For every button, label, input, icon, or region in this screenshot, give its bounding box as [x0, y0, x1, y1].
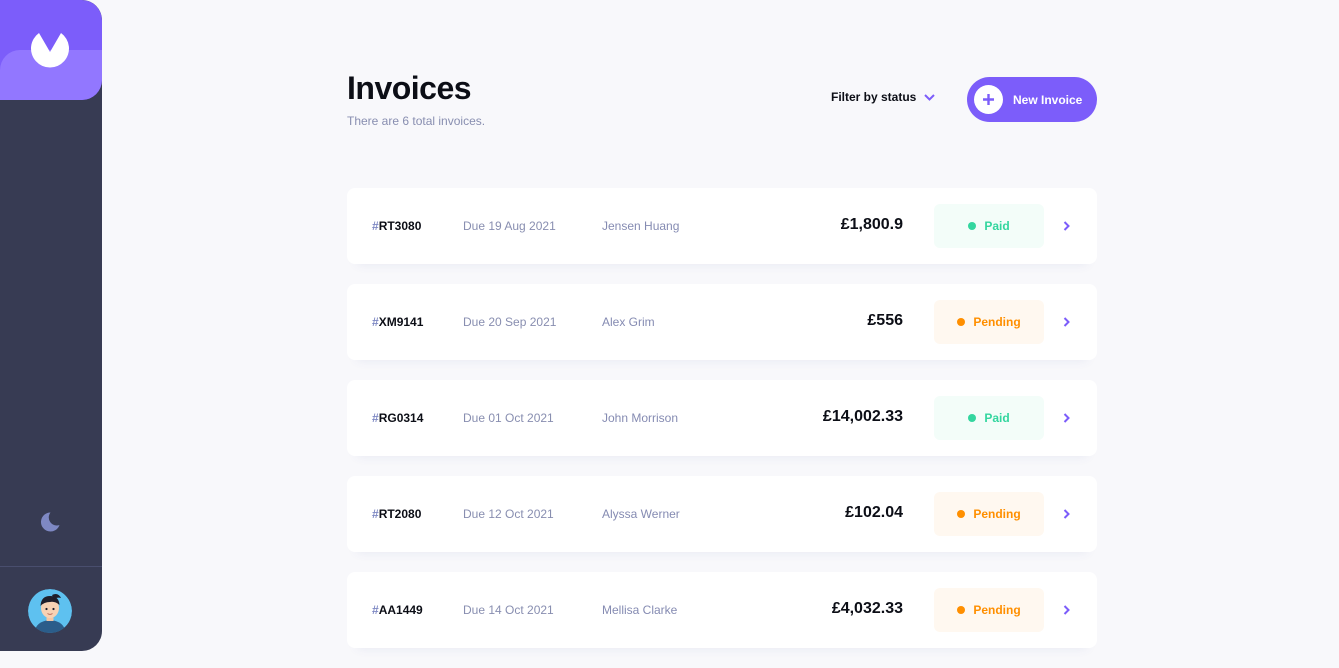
avatar[interactable]: [28, 589, 72, 633]
invoice-id-hash: #: [372, 507, 379, 521]
invoice-id-value: AA1449: [378, 603, 423, 617]
invoice-client-name: Jensen Huang: [602, 219, 680, 233]
invoice-client-name: John Morrison: [602, 411, 679, 425]
invoice-due-date: Due 14 Oct 2021: [463, 603, 554, 617]
invoice-id-hash: #: [372, 411, 379, 425]
invoice-amount: £556: [867, 312, 903, 329]
logo-box[interactable]: [0, 0, 102, 100]
invoice-count-text: There are 6 total invoices.: [347, 114, 486, 128]
chevron-right-icon[interactable]: [1063, 317, 1071, 327]
invoice-client-name: Alyssa Werner: [602, 507, 680, 521]
invoice-amount: £102.04: [845, 504, 903, 521]
invoice-due-date: Due 20 Sep 2021: [463, 315, 557, 329]
status-label: Pending: [973, 603, 1021, 617]
invoice-id: #XM9141: [372, 315, 423, 329]
invoice-id-value: RT2080: [378, 507, 422, 521]
invoice-due-date: Due 01 Oct 2021: [463, 411, 554, 425]
main-content: Invoices There are 6 total invoices. Fil…: [347, 0, 1097, 651]
plus-circle: [974, 85, 1003, 114]
status-badge: Pending: [934, 588, 1044, 632]
page-title: Invoices: [347, 70, 472, 106]
status-dot-icon: [957, 510, 966, 518]
status-dot-icon: [957, 606, 966, 614]
chevron-right-icon[interactable]: [1063, 413, 1071, 423]
app-logo-icon: [31, 33, 70, 68]
invoice-due-date: Due 12 Oct 2021: [463, 507, 554, 521]
invoice-row[interactable]: #RG0314 Due 01 Oct 2021 John Morrison £1…: [347, 380, 1097, 456]
invoice-id: #RT2080: [372, 507, 421, 521]
invoice-id: #RG0314: [372, 411, 423, 425]
chevron-right-icon[interactable]: [1063, 509, 1071, 519]
invoice-row[interactable]: #RT3080 Due 19 Aug 2021 Jensen Huang £1,…: [347, 188, 1097, 264]
invoice-id-hash: #: [372, 219, 379, 233]
status-label: Paid: [984, 411, 1010, 425]
moon-icon[interactable]: [39, 511, 61, 533]
avatar-image: [28, 589, 72, 633]
chevron-right-icon[interactable]: [1063, 605, 1071, 615]
status-label: Pending: [973, 507, 1021, 521]
invoice-client-name: Mellisa Clarke: [602, 603, 678, 617]
invoice-id: #AA1449: [372, 603, 423, 617]
status-dot-icon: [957, 318, 966, 326]
invoice-row[interactable]: #XM9141 Due 20 Sep 2021 Alex Grim £556 P…: [347, 284, 1097, 360]
chevron-down-icon: [924, 93, 936, 101]
status-label: Paid: [984, 219, 1010, 233]
filter-by-status-dropdown[interactable]: Filter by status: [831, 90, 936, 104]
invoice-amount: £14,002.33: [822, 408, 903, 425]
invoice-amount: £4,032.33: [831, 600, 903, 617]
invoice-row[interactable]: #AA1449 Due 14 Oct 2021 Mellisa Clarke £…: [347, 572, 1097, 648]
invoice-id-value: XM9141: [378, 315, 424, 329]
invoice-row[interactable]: #RT2080 Due 12 Oct 2021 Alyssa Werner £1…: [347, 476, 1097, 552]
invoice-id-value: RT3080: [378, 219, 422, 233]
status-dot-icon: [968, 222, 977, 230]
status-label: Pending: [973, 315, 1021, 329]
new-invoice-button[interactable]: New Invoice: [967, 77, 1097, 122]
new-invoice-label: New Invoice: [1013, 92, 1083, 107]
status-dot-icon: [968, 414, 977, 422]
sidebar: [0, 0, 102, 651]
invoice-amount: £1,800.9: [840, 216, 903, 233]
filter-label: Filter by status: [831, 90, 917, 104]
invoice-list: #RT3080 Due 19 Aug 2021 Jensen Huang £1,…: [347, 188, 1097, 668]
status-badge: Pending: [934, 492, 1044, 536]
invoice-id-hash: #: [372, 603, 379, 617]
invoice-id-hash: #: [372, 315, 379, 329]
status-badge: Pending: [934, 300, 1044, 344]
sidebar-divider: [0, 566, 102, 567]
chevron-right-icon[interactable]: [1063, 221, 1071, 231]
status-badge: Paid: [934, 396, 1044, 440]
invoice-id-value: RG0314: [378, 411, 424, 425]
status-badge: Paid: [934, 204, 1044, 248]
plus-icon: [983, 94, 994, 105]
invoice-id: #RT3080: [372, 219, 421, 233]
invoice-client-name: Alex Grim: [602, 315, 655, 329]
invoice-due-date: Due 19 Aug 2021: [463, 219, 556, 233]
